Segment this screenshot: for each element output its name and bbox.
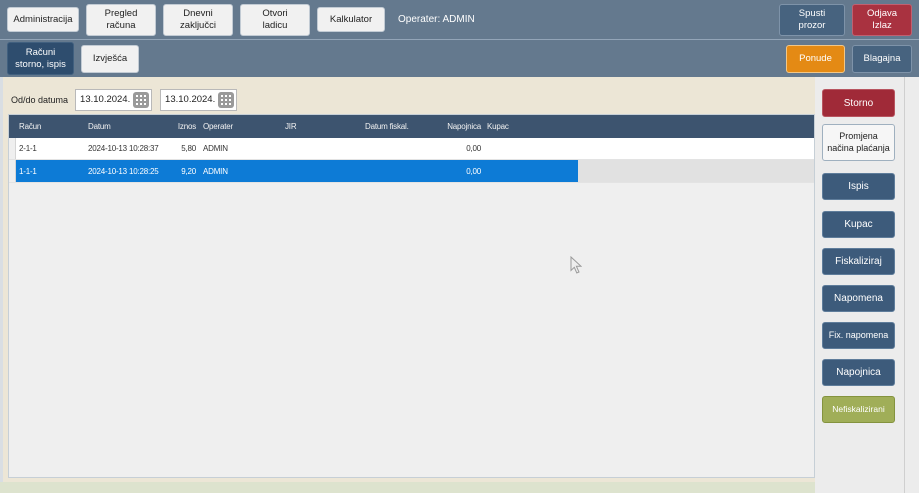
napojnica-button[interactable]: Napojnica bbox=[822, 359, 895, 386]
toolbar-area: Administracija Pregled računa Dnevni zak… bbox=[0, 0, 919, 77]
calendar-icon[interactable] bbox=[133, 91, 150, 108]
napomena-button[interactable]: Napomena bbox=[822, 285, 895, 312]
dnevni-zakljucci-button[interactable]: Dnevni zaključci bbox=[163, 3, 233, 36]
col-operater[interactable]: Operater bbox=[200, 122, 282, 131]
col-iznos[interactable]: Iznos bbox=[162, 122, 200, 131]
col-kupac[interactable]: Kupac bbox=[484, 122, 571, 131]
date-from-value: 13.10.2024. bbox=[80, 94, 131, 105]
date-to-input[interactable]: 13.10.2024. bbox=[160, 88, 238, 111]
mouse-cursor bbox=[570, 255, 583, 279]
cell-iznos: 9,20 bbox=[181, 166, 196, 176]
cell-operater: ADMIN bbox=[203, 166, 228, 176]
table-row-selected[interactable]: 1-1-1 2024-10-13 10:28:25 9,20 ADMIN 0,0… bbox=[9, 160, 814, 183]
col-datum[interactable]: Datum bbox=[85, 122, 162, 131]
ponude-button[interactable]: Ponude bbox=[786, 44, 845, 73]
toolbar-main: Administracija Pregled računa Dnevni zak… bbox=[0, 0, 919, 39]
date-range-label: Od/do datuma bbox=[11, 94, 69, 105]
cell-operater: ADMIN bbox=[203, 144, 228, 153]
administracija-button[interactable]: Administracija bbox=[7, 7, 79, 32]
cell-napojnica: 0,00 bbox=[466, 144, 481, 153]
table-row[interactable]: 2-1-1 2024-10-13 10:28:37 5,80 ADMIN 0,0… bbox=[9, 138, 814, 160]
bottom-strip bbox=[0, 482, 815, 493]
table-header-row: Račun Datum Iznos Operater JIR Datum fis… bbox=[9, 115, 814, 138]
date-from-input[interactable]: 13.10.2024. bbox=[75, 88, 153, 111]
content-area: Od/do datuma 13.10.2024. 13.10.2024. Rač… bbox=[0, 77, 815, 493]
panel-divider bbox=[904, 77, 905, 493]
invoices-table: Račun Datum Iznos Operater JIR Datum fis… bbox=[8, 114, 815, 478]
col-napojnica[interactable]: Napojnica bbox=[438, 122, 484, 131]
cell-racun: 1-1-1 bbox=[19, 166, 37, 176]
toolbar-tabs: Računi storno, ispis Izvješća Ponude Bla… bbox=[0, 40, 919, 77]
cell-iznos: 5,80 bbox=[181, 144, 196, 153]
col-jir[interactable]: JIR bbox=[282, 122, 362, 131]
nefiskalizirani-button[interactable]: Nefiskalizirani bbox=[822, 396, 895, 423]
spusti-prozor-button[interactable]: Spusti prozor bbox=[779, 3, 845, 36]
tab-izvjesca[interactable]: Izvješća bbox=[81, 44, 139, 73]
ispis-button[interactable]: Ispis bbox=[822, 173, 895, 200]
pregled-racuna-button[interactable]: Pregled računa bbox=[86, 3, 156, 36]
fix-napomena-button[interactable]: Fix. napomena bbox=[822, 322, 895, 349]
col-datum-fiskal[interactable]: Datum fiskal. bbox=[362, 122, 438, 131]
fiskaliziraj-button[interactable]: Fiskaliziraj bbox=[822, 248, 895, 275]
tab-racuni-storno-ispis[interactable]: Računi storno, ispis bbox=[7, 42, 74, 75]
kalkulator-button[interactable]: Kalkulator bbox=[317, 7, 385, 32]
storno-button[interactable]: Storno bbox=[822, 89, 895, 117]
odjava-izlaz-button[interactable]: Odjava Izlaz bbox=[852, 3, 912, 36]
cell-racun: 2-1-1 bbox=[19, 144, 37, 153]
blagajna-button[interactable]: Blagajna bbox=[852, 44, 912, 73]
actions-panel: Storno Promjena načina plaćanja Ispis Ku… bbox=[815, 77, 919, 493]
promjena-nacina-placanja-button[interactable]: Promjena načina plaćanja bbox=[822, 124, 895, 161]
kupac-button[interactable]: Kupac bbox=[822, 211, 895, 238]
date-to-value: 13.10.2024. bbox=[165, 94, 216, 105]
col-racun[interactable]: Račun bbox=[16, 122, 85, 131]
pos-window: Administracija Pregled računa Dnevni zak… bbox=[0, 0, 919, 493]
date-filter-row: Od/do datuma 13.10.2024. 13.10.2024. bbox=[11, 88, 245, 111]
cell-napojnica: 0,00 bbox=[466, 166, 481, 176]
calendar-icon[interactable] bbox=[218, 91, 235, 108]
cell-datum: 2024-10-13 10:28:25 bbox=[88, 166, 159, 176]
operator-label: Operater: ADMIN bbox=[398, 14, 475, 25]
otvori-ladicu-button[interactable]: Otvori ladicu bbox=[240, 3, 310, 36]
cell-datum: 2024-10-13 10:28:37 bbox=[88, 144, 159, 153]
